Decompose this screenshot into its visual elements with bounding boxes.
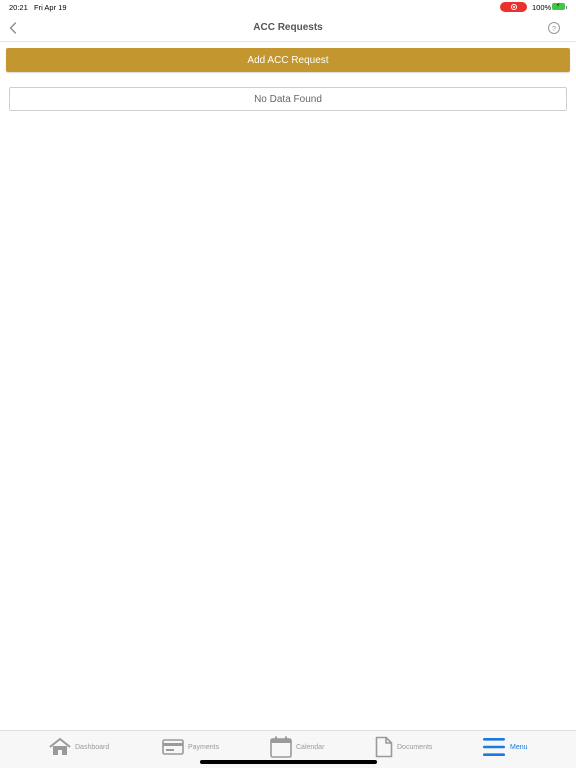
- home-icon: [49, 738, 71, 755]
- battery-icon: ⚡: [552, 3, 567, 10]
- page-title: ACC Requests: [253, 22, 323, 33]
- empty-state-label: No Data Found: [254, 93, 322, 105]
- status-time: 20:21: [9, 3, 28, 12]
- tab-label: Documents: [397, 743, 433, 751]
- add-acc-request-button[interactable]: Add ACC Request: [6, 48, 570, 72]
- record-icon: [510, 4, 517, 10]
- question-circle-icon: ?: [551, 23, 557, 33]
- help-button[interactable]: ?: [548, 22, 560, 34]
- status-bar: 20:21 Fri Apr 19 100% ⚡: [0, 0, 576, 14]
- battery-percentage: 100%: [532, 3, 552, 12]
- tab-documents[interactable]: Documents: [375, 735, 432, 759]
- credit-card-icon: [162, 739, 184, 755]
- status-date: Fri Apr 19: [34, 3, 67, 12]
- tab-label: Dashboard: [75, 743, 110, 751]
- home-indicator: [200, 760, 377, 764]
- tab-label: Menu: [510, 743, 528, 751]
- tab-label: Calendar: [296, 743, 325, 751]
- tab-calendar[interactable]: Calendar: [270, 735, 324, 759]
- calendar-icon: [270, 736, 292, 758]
- empty-state-message: No Data Found: [9, 87, 567, 111]
- screen-recording-indicator: [500, 2, 527, 12]
- tab-payments[interactable]: Payments: [162, 735, 219, 759]
- charging-bolt-icon: ⚡: [556, 3, 561, 9]
- document-icon: [375, 736, 393, 758]
- tab-dashboard[interactable]: Dashboard: [49, 735, 109, 759]
- tab-label: Payments: [188, 743, 220, 751]
- hamburger-menu-icon: [483, 738, 505, 756]
- navigation-bar: ACC Requests ?: [0, 14, 576, 42]
- tab-menu[interactable]: Menu: [482, 735, 528, 759]
